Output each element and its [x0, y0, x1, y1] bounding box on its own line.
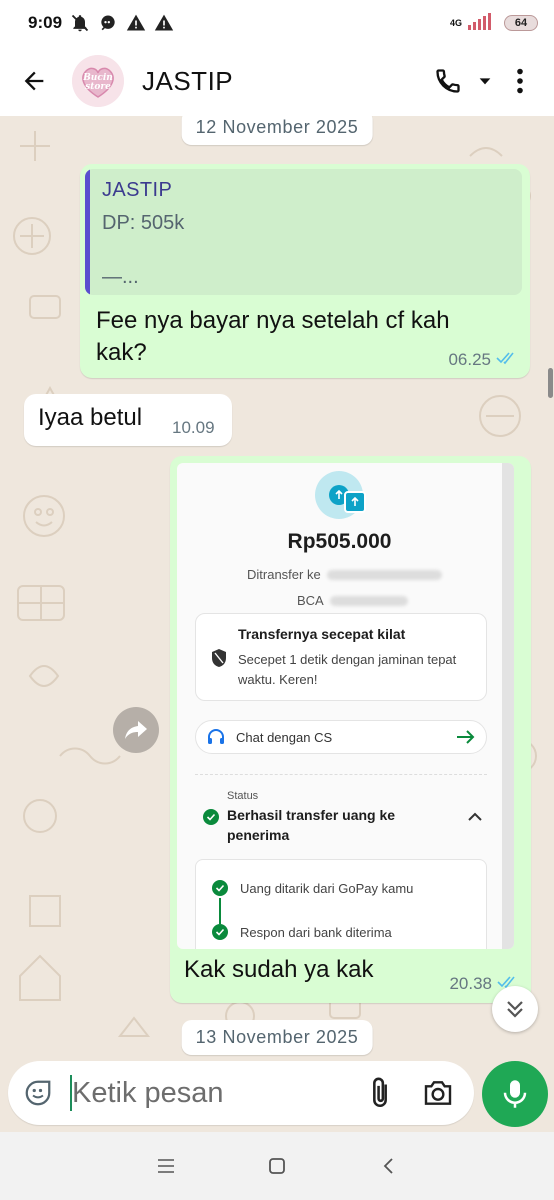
steps-box: Uang ditarik dari GoPay kamu Respon dari… — [195, 859, 487, 949]
recents-icon[interactable] — [136, 1141, 196, 1191]
status-time: 9:09 — [28, 13, 63, 32]
message-time: 06.25 — [448, 350, 491, 369]
date-chip: 12 November 2025 — [181, 116, 373, 145]
step-text: Respon dari bank diterima — [240, 925, 392, 940]
check-icon — [203, 809, 219, 825]
speed-card-title: Transfernya secepat kilat — [238, 626, 406, 642]
status-value: Berhasil transfer uang ke penerima — [227, 807, 396, 843]
step-connector — [219, 898, 221, 924]
read-ticks-icon — [496, 350, 518, 370]
chat-title[interactable]: JASTIP — [142, 66, 233, 97]
quote-text: DP: 505k — [102, 212, 185, 234]
message-time: 20.38 — [449, 974, 492, 993]
scroll-to-bottom-button[interactable] — [492, 986, 538, 1032]
transfer-amount: Rp505.000 — [287, 530, 392, 553]
back-arrow-icon[interactable] — [8, 55, 60, 107]
chat-head-icon — [98, 13, 118, 33]
date-chip: 13 November 2025 — [181, 1020, 373, 1055]
mic-button[interactable] — [482, 1061, 548, 1127]
step-text: Uang ditarik dari GoPay kamu — [240, 881, 414, 896]
message-text: Iyaa betul — [38, 404, 143, 431]
phone-icon[interactable] — [426, 57, 470, 105]
chat-cs-button[interactable]: Chat dengan CS — [195, 720, 487, 754]
transfer-to-label: Ditransfer ke — [247, 567, 321, 582]
redacted-name — [326, 569, 442, 580]
message-text-line: Fee nya bayar nya setelah cf kah — [96, 307, 450, 334]
message-bubble-outgoing[interactable]: Rp505.000 Ditransfer ke BCA Transfernya … — [170, 456, 531, 1003]
image-scroll-strip — [502, 463, 514, 949]
home-icon[interactable] — [247, 1141, 307, 1191]
arrow-right-icon — [457, 730, 475, 744]
message-input[interactable] — [72, 1076, 342, 1110]
quote-bar — [85, 169, 90, 295]
warning-icon — [154, 13, 174, 33]
scrollbar[interactable] — [548, 368, 553, 398]
forward-button[interactable] — [113, 707, 159, 753]
battery-icon: 64 — [504, 15, 538, 31]
mic-icon — [503, 1080, 527, 1108]
redacted-account — [329, 595, 408, 606]
bell-off-icon — [70, 13, 90, 33]
chevron-up-icon — [468, 812, 482, 821]
avatar-text-2: store — [85, 82, 111, 92]
forward-icon — [125, 721, 147, 739]
more-vertical-icon[interactable] — [500, 57, 540, 105]
upload-badge-icon — [344, 491, 366, 513]
shield-icon — [212, 649, 226, 667]
avatar[interactable]: Bucin store — [72, 55, 124, 107]
quote-more: —... — [102, 266, 139, 288]
camera-icon[interactable] — [410, 1065, 466, 1121]
image-attachment[interactable]: Rp505.000 Ditransfer ke BCA Transfernya … — [177, 463, 514, 949]
check-icon — [212, 880, 228, 896]
system-nav-bar — [0, 1132, 554, 1200]
chat-area[interactable]: 12 November 2025 JASTIP DP: 505k —... Fe… — [0, 116, 554, 1058]
network-type: 4G — [449, 17, 462, 28]
chat-cs-label: Chat dengan CS — [236, 729, 333, 745]
message-text-line: kak? — [96, 339, 147, 366]
headset-icon — [208, 729, 224, 744]
composer — [0, 1058, 554, 1132]
quoted-message[interactable]: JASTIP DP: 505k —... — [85, 169, 522, 295]
message-bubble-incoming[interactable]: Iyaa betul 10.09 — [24, 394, 232, 446]
sticker-icon[interactable] — [22, 1073, 54, 1113]
message-bubble-outgoing[interactable]: JASTIP DP: 505k —... Fee nya bayar nya s… — [80, 164, 530, 378]
signal-icon — [468, 12, 498, 35]
transfer-recipient: Ditransfer ke — [247, 567, 442, 582]
double-chevron-down-icon — [507, 1001, 523, 1018]
chat-header: Bucin store JASTIP — [0, 46, 554, 116]
check-icon — [212, 924, 228, 940]
message-meta: 06.25 — [448, 350, 518, 370]
message-meta: 10.09 — [172, 418, 215, 438]
divider — [195, 774, 487, 775]
warning-icon — [126, 13, 146, 33]
speed-card-desc: Secepet 1 detik dengan jaminan tepat wak… — [238, 652, 457, 687]
dropdown-icon[interactable] — [470, 57, 500, 105]
bank-label: BCA — [297, 593, 324, 608]
transfer-bank: BCA — [297, 593, 408, 608]
quote-sender: JASTIP — [102, 179, 173, 201]
battery-level: 64 — [514, 17, 528, 29]
status-label: Status — [227, 790, 259, 802]
message-input-pill[interactable] — [8, 1061, 474, 1125]
speed-card: Transfernya secepat kilat Secepet 1 deti… — [195, 613, 487, 701]
back-icon[interactable] — [358, 1141, 418, 1191]
attach-icon[interactable] — [350, 1065, 410, 1121]
status-bar: 9:09 4G 64 — [0, 0, 554, 46]
message-time: 10.09 — [172, 418, 215, 437]
message-text: Kak sudah ya kak — [184, 956, 374, 983]
